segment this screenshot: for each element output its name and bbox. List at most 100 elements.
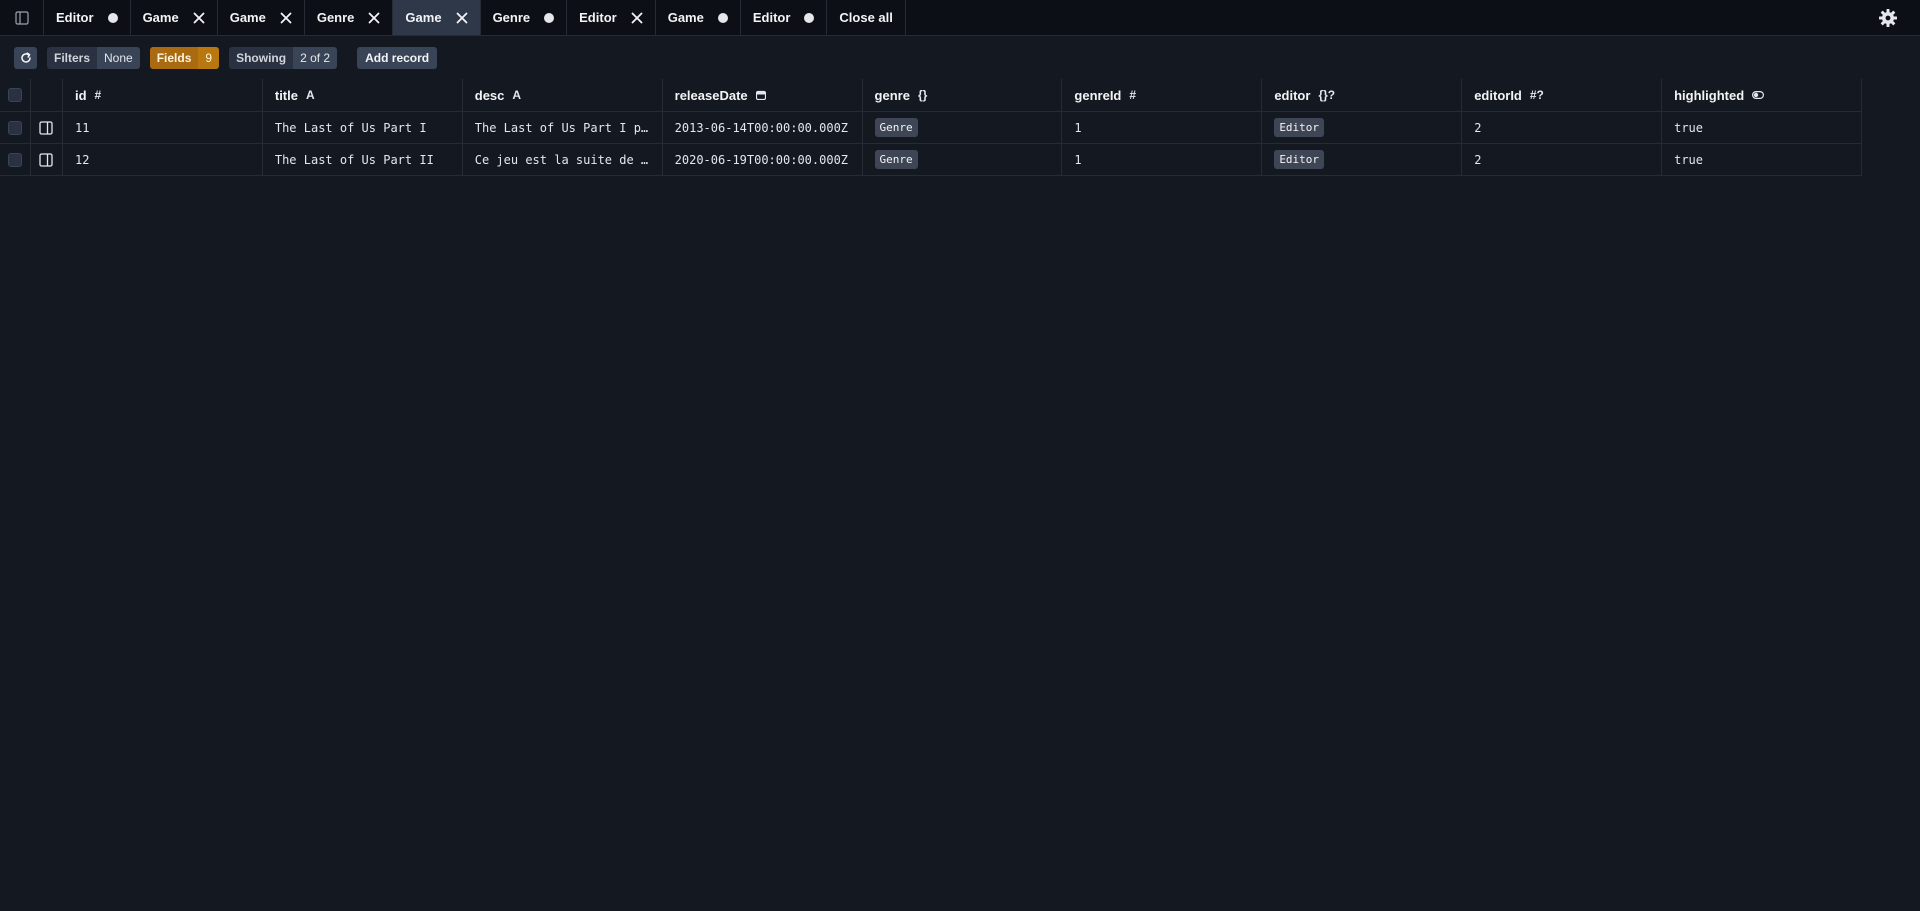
tab-label: Genre [316,10,355,25]
column-header-title[interactable]: title A [263,79,463,111]
refresh-button[interactable] [14,46,37,69]
unsaved-dot-icon[interactable] [717,12,728,23]
cell-editorid[interactable]: 2 [1462,112,1663,143]
row-select-cell [0,112,31,143]
cell-title[interactable]: The Last of Us Part II [263,144,463,175]
cell-editorid[interactable]: 2 [1462,144,1663,175]
column-header-editorid[interactable]: editorId #? [1462,79,1663,111]
tab-game[interactable]: Game [218,0,305,35]
cell-editor: Editor [1262,112,1463,143]
toolbar: Filters None Fields 9 Showing 2 of 2 Add… [0,36,1920,79]
string-type-icon: A [512,88,522,102]
cell-desc-text: Ce jeu est la suite de … [474,152,649,167]
tab-label: Editor [56,10,94,25]
unsaved-dot-icon[interactable] [804,12,815,23]
cell-highlighted[interactable]: true [1662,144,1862,175]
column-name: editorId [1474,87,1522,103]
cell-releasedate[interactable]: 2013-06-14T00:00:00.000Z [663,112,863,143]
cell-genre: Genre [863,112,1063,143]
tab-editor[interactable]: Editor [44,0,131,35]
column-name: desc [474,87,505,103]
column-header-id[interactable]: id # [63,79,263,111]
cell-desc[interactable]: Ce jeu est la suite de … [463,144,663,175]
cell-desc-text: The Last of Us Part I p… [474,120,649,135]
tab-label: Editor [579,10,617,25]
tab-game[interactable]: Game [656,0,741,35]
column-name: title [274,87,298,103]
genre-relation-tag[interactable]: Genre [874,150,918,169]
tab-editor[interactable]: Editor [567,0,656,35]
tab-genre[interactable]: Genre [305,0,394,35]
expand-row-icon[interactable] [39,152,54,167]
fields-count: 9 [198,46,220,69]
filters-label: Filters [47,46,98,69]
column-header-desc[interactable]: desc A [463,79,663,111]
editor-relation-tag[interactable]: Editor [1274,118,1325,137]
column-name: highlighted [1674,87,1745,103]
row-expand-cell [31,112,63,143]
column-header-genre[interactable]: genre {} [863,79,1063,111]
select-all-checkbox[interactable] [7,88,22,102]
genre-relation-tag[interactable]: Genre [874,118,918,137]
string-type-icon: A [305,88,315,102]
tab-game[interactable]: Game [131,0,218,35]
table-row[interactable]: 12 The Last of Us Part II Ce jeu est la … [0,144,1862,176]
number-type-icon: # [94,88,102,102]
expand-row-icon[interactable] [39,120,54,135]
tab-label: Game [142,10,179,25]
sidebar-icon [14,10,29,25]
close-all-button[interactable]: Close all [827,0,906,35]
showing-value: 2 of 2 [293,46,338,69]
cell-desc[interactable]: The Last of Us Part I p… [463,112,663,143]
row-select-cell [0,144,31,175]
fields-button[interactable]: Fields 9 [149,46,220,69]
tab-editor[interactable]: Editor [741,0,828,35]
cell-genreid[interactable]: 1 [1062,144,1263,175]
column-name: id [74,87,87,103]
close-icon[interactable] [456,12,468,24]
cell-id[interactable]: 11 [63,112,263,143]
tab-game-active[interactable]: Game [393,0,481,35]
showing-indicator[interactable]: Showing 2 of 2 [229,46,338,69]
fields-label: Fields [149,46,199,69]
toggle-icon [1752,91,1765,99]
number-type-icon: # [1129,88,1137,102]
tab-genre[interactable]: Genre [481,0,568,35]
filters-value: None [97,46,140,69]
tab-label: Editor [752,10,791,25]
column-header-highlighted[interactable]: highlighted [1662,79,1862,111]
filters-button[interactable]: Filters None [47,46,140,69]
data-grid: id # title A desc A releaseDate genre {}… [0,79,1862,176]
row-expand-cell [31,144,63,175]
expand-header-cell [31,79,63,111]
cell-id[interactable]: 12 [63,144,263,175]
close-icon[interactable] [368,12,380,24]
cell-title[interactable]: The Last of Us Part I [263,112,463,143]
column-header-releasedate[interactable]: releaseDate [663,79,863,111]
add-record-button[interactable]: Add record [357,46,438,69]
table-row[interactable]: 11 The Last of Us Part I The Last of Us … [0,112,1862,144]
cell-releasedate[interactable]: 2020-06-19T00:00:00.000Z [663,144,863,175]
column-name: editor [1274,87,1311,103]
showing-label: Showing [229,46,294,69]
column-header-genreid[interactable]: genreId # [1062,79,1263,111]
unsaved-dot-icon[interactable] [544,12,555,23]
tab-bar: Editor Game Game Genre Game Genre Editor… [0,0,1920,36]
row-checkbox[interactable] [7,152,22,167]
close-icon[interactable] [193,12,205,24]
cell-highlighted[interactable]: true [1662,112,1862,143]
cell-genreid[interactable]: 1 [1062,112,1263,143]
column-header-editor[interactable]: editor {}? [1262,79,1463,111]
tab-label: Genre [492,10,531,25]
optional-number-type-icon: #? [1529,88,1544,102]
cell-genre: Genre [863,144,1063,175]
editor-relation-tag[interactable]: Editor [1274,150,1325,169]
row-checkbox[interactable] [7,120,22,135]
gear-icon[interactable] [1878,8,1898,28]
header-row: id # title A desc A releaseDate genre {}… [0,79,1862,112]
column-name: genreId [1074,87,1122,103]
sidebar-toggle-button[interactable] [0,0,44,35]
close-icon[interactable] [631,12,643,24]
unsaved-dot-icon[interactable] [107,12,118,23]
close-icon[interactable] [280,12,292,24]
